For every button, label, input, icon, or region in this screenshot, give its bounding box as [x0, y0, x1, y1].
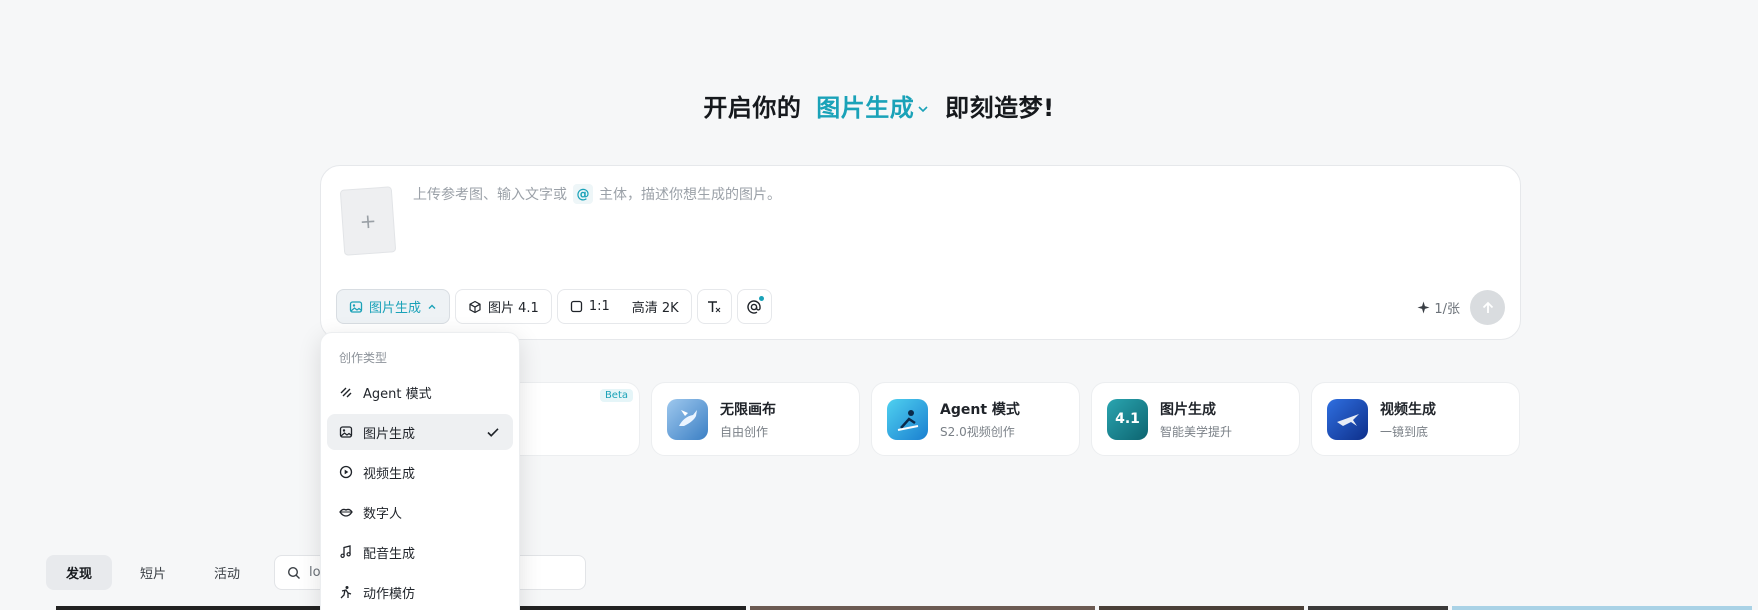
cube-icon — [469, 300, 481, 313]
upload-reference-button[interactable]: + — [339, 186, 397, 256]
menu-item-motion[interactable]: 动作模仿 — [327, 574, 513, 610]
card-title: 图片生成 — [1160, 401, 1216, 418]
beta-badge: Beta — [599, 389, 633, 402]
mode-select-label: 图片生成 — [369, 301, 422, 316]
credit-cost: 1/张 — [1417, 298, 1460, 317]
creation-type-menu: 创作类型 Agent 模式 图片生成 视频生成 数字人 配音生成 动作模仿 — [320, 332, 520, 610]
menu-item-label: 配音生成 — [363, 546, 416, 562]
feed-thumb[interactable] — [1452, 606, 1752, 610]
tab-shorts[interactable]: 短片 — [120, 555, 186, 590]
image-model-thumbnail: 4.1 — [1107, 398, 1148, 440]
at-mention-icon[interactable]: @ — [573, 184, 593, 204]
mode-select-button[interactable]: 图片生成 — [336, 289, 451, 324]
card-subtitle: 自由创作 — [720, 424, 769, 439]
send-button[interactable] — [1470, 290, 1505, 325]
menu-item-label: 图片生成 — [363, 426, 416, 442]
feature-cards: Beta 驱动 无限画布 自由创作 Agent 模式 S2.0视频创作 4.1 … — [430, 382, 1520, 456]
hero-suffix: 即刻造梦! — [945, 94, 1055, 122]
text-format-icon — [708, 300, 721, 312]
feed-preview-strip — [56, 606, 1756, 610]
ratio-label: 1:1 — [588, 299, 610, 314]
menu-item-label: Agent 模式 — [363, 386, 432, 402]
card-subtitle: 智能美学提升 — [1160, 424, 1233, 439]
chevron-up-icon — [428, 304, 436, 309]
menu-header: 创作类型 — [339, 351, 388, 365]
check-icon — [487, 428, 499, 437]
mention-button[interactable] — [736, 289, 772, 324]
image-icon — [349, 300, 363, 313]
menu-item-label: 数字人 — [363, 506, 403, 522]
plus-icon: + — [358, 208, 378, 234]
arrow-up-icon — [1482, 301, 1493, 313]
notification-dot — [758, 296, 764, 301]
menu-item-dubbing[interactable]: 配音生成 — [327, 534, 513, 570]
menu-item-video[interactable]: 视频生成 — [327, 454, 513, 490]
search-icon — [288, 566, 301, 579]
credit-label: 1/张 — [1434, 302, 1460, 317]
feature-card-image[interactable]: 4.1 图片生成 智能美学提升 — [1091, 382, 1300, 456]
feature-card-video[interactable]: 视频生成 一镜到底 — [1311, 382, 1520, 456]
hero-title: 开启你的 图片生成 即刻造梦! — [0, 88, 1758, 123]
mode-switcher[interactable]: 图片生成 — [816, 94, 930, 122]
square-icon — [570, 300, 582, 313]
lips-icon — [339, 508, 353, 517]
hero-prefix: 开启你的 — [703, 94, 802, 122]
tab-discover[interactable]: 发现 — [46, 555, 113, 590]
model-label: 图片 4.1 — [488, 301, 539, 316]
card-title: 无限画布 — [720, 401, 776, 418]
menu-item-label: 视频生成 — [363, 466, 416, 482]
chevron-down-icon — [918, 106, 928, 113]
menu-item-label: 动作模仿 — [363, 586, 416, 602]
card-title: 视频生成 — [1380, 401, 1436, 418]
card-subtitle: S2.0视频创作 — [940, 424, 1015, 439]
text-style-button[interactable] — [696, 289, 732, 324]
music-note-icon — [340, 545, 351, 558]
motion-icon — [340, 586, 352, 599]
prompt-composer: + 上传参考图、输入文字或 @ 主体，描述你想生成的图片。 图片生成 图片 4.… — [320, 165, 1521, 340]
agent-icon — [340, 387, 352, 398]
prompt-input[interactable]: 上传参考图、输入文字或 @ 主体，描述你想生成的图片。 — [413, 184, 781, 204]
quality-label: 高清 2K — [631, 301, 679, 316]
video-icon — [339, 465, 353, 479]
tab-events[interactable]: 活动 — [194, 555, 260, 590]
image-icon — [339, 426, 353, 438]
model-select-button[interactable]: 图片 4.1 — [455, 289, 552, 324]
menu-item-agent[interactable]: Agent 模式 — [327, 374, 513, 410]
placeholder-text-1: 上传参考图、输入文字或 — [413, 187, 567, 203]
menu-item-avatar[interactable]: 数字人 — [327, 494, 513, 530]
feed-thumb[interactable] — [1308, 606, 1448, 610]
composer-toolbar: 图片生成 图片 4.1 1:1 高清 2K — [336, 289, 772, 324]
ratio-quality-button[interactable]: 1:1 高清 2K — [556, 289, 692, 324]
feed-thumb[interactable] — [750, 606, 1095, 610]
skier-thumbnail — [887, 398, 928, 440]
feature-card-agent[interactable]: Agent 模式 S2.0视频创作 — [871, 382, 1080, 456]
feed-thumb[interactable] — [1099, 606, 1304, 610]
menu-item-image[interactable]: 图片生成 — [327, 414, 513, 450]
feature-card-canvas[interactable]: 无限画布 自由创作 — [651, 382, 860, 456]
card-subtitle: 一镜到底 — [1380, 424, 1429, 439]
card-title: Agent 模式 — [940, 401, 1020, 418]
jet-thumbnail — [1327, 398, 1368, 440]
pegasus-thumbnail — [667, 398, 708, 440]
placeholder-text-2: 主体，描述你想生成的图片。 — [599, 187, 781, 203]
sparkle-icon — [1417, 301, 1430, 314]
mode-label: 图片生成 — [816, 94, 915, 122]
